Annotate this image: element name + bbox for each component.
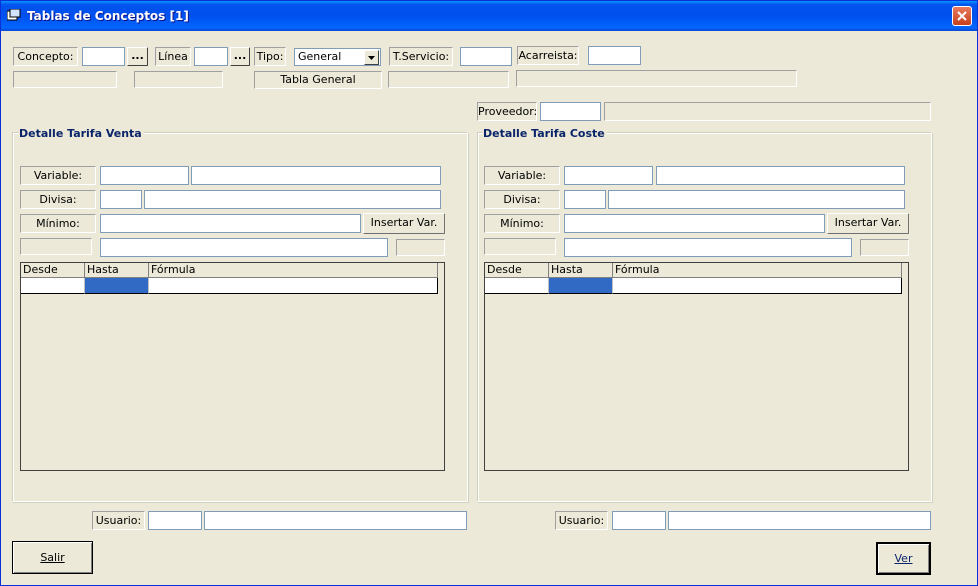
acarreista-description <box>516 70 797 87</box>
acarreista-label: Acarreista: <box>517 46 579 65</box>
venta-col-desde[interactable]: Desde <box>21 263 85 278</box>
concepto-input[interactable] <box>82 47 125 66</box>
venta-extra-field-2 <box>396 239 445 256</box>
venta-group-title: Detalle Tarifa Venta <box>19 127 144 140</box>
proveedor-label: Proveedor: <box>477 102 537 121</box>
venta-insertar-var-button[interactable]: Insertar Var. <box>363 213 445 234</box>
coste-col-formula[interactable]: Fórmula <box>613 263 902 278</box>
coste-variable-description[interactable] <box>656 166 905 185</box>
ver-button-label: Ver <box>894 552 913 565</box>
coste-minimo-label: Mínimo: <box>484 214 560 233</box>
coste-extra-field <box>484 238 556 255</box>
coste-usuario-input[interactable] <box>612 511 666 530</box>
venta-minimo-input[interactable] <box>100 214 361 233</box>
app-icon <box>7 9 21 21</box>
linea-input[interactable] <box>194 47 228 66</box>
venta-variable-description[interactable] <box>191 166 441 185</box>
close-icon <box>957 11 967 21</box>
coste-divisa-label: Divisa: <box>484 190 560 209</box>
coste-extra-field-2 <box>860 239 909 256</box>
ver-button[interactable]: Ver <box>876 542 931 575</box>
venta-usuario-description[interactable] <box>204 511 467 530</box>
tipo-selected-value: General <box>298 50 342 63</box>
main-window: Tablas de Conceptos [1] Concepto: ... Lí… <box>0 0 978 586</box>
coste-divisa-description[interactable] <box>608 190 905 209</box>
coste-variable-label: Variable: <box>484 166 560 185</box>
title-bar[interactable]: Tablas de Conceptos [1] <box>1 1 977 31</box>
chevron-down-icon <box>368 56 375 60</box>
proveedor-input[interactable] <box>540 102 601 121</box>
tipo-dropdown-button[interactable] <box>364 50 379 65</box>
venta-variable-label: Variable: <box>20 166 96 185</box>
venta-grid[interactable]: Desde Hasta Fórmula <box>20 262 445 471</box>
coste-divisa-input[interactable] <box>564 190 606 209</box>
salir-button-label: Salir <box>40 551 65 564</box>
linea-label: Línea <box>155 47 191 66</box>
venta-extra-field <box>20 238 92 255</box>
concepto-label: Concepto: <box>13 47 78 66</box>
linea-browse-button[interactable]: ... <box>230 47 250 66</box>
concepto-description <box>13 71 117 88</box>
coste-col-desde[interactable]: Desde <box>485 263 549 278</box>
venta-cell-desde[interactable] <box>21 278 85 294</box>
salir-button[interactable]: Salir <box>12 541 93 574</box>
venta-usuario-label: Usuario: <box>92 511 145 530</box>
venta-usuario-input[interactable] <box>148 511 202 530</box>
tservicio-label: T.Servicio: <box>389 47 453 66</box>
tipo-select[interactable]: General <box>294 48 381 66</box>
venta-col-hasta[interactable]: Hasta <box>85 263 149 278</box>
venta-divisa-label: Divisa: <box>20 190 96 209</box>
tipo-label: Tipo: <box>254 47 286 66</box>
window-title: Tablas de Conceptos [1] <box>27 9 189 23</box>
acarreista-input[interactable] <box>588 46 641 65</box>
linea-description <box>134 71 223 88</box>
proveedor-description <box>604 102 931 121</box>
tservicio-input[interactable] <box>460 47 512 66</box>
venta-divisa-input[interactable] <box>100 190 142 209</box>
venta-minimo-label: Mínimo: <box>20 214 96 233</box>
venta-col-formula[interactable]: Fórmula <box>149 263 438 278</box>
venta-divisa-description[interactable] <box>144 190 441 209</box>
coste-insertar-var-button[interactable]: Insertar Var. <box>827 213 909 234</box>
coste-cell-hasta[interactable] <box>549 278 613 294</box>
tservicio-description <box>388 71 509 88</box>
coste-cell-desde[interactable] <box>485 278 549 294</box>
coste-formula-input[interactable] <box>564 238 852 257</box>
coste-usuario-label: Usuario: <box>555 511 608 530</box>
coste-cell-formula[interactable] <box>613 278 902 294</box>
venta-cell-hasta[interactable] <box>85 278 149 294</box>
venta-variable-input[interactable] <box>100 166 189 185</box>
coste-col-hasta[interactable]: Hasta <box>549 263 613 278</box>
coste-group-title: Detalle Tarifa Coste <box>483 127 607 140</box>
coste-usuario-description[interactable] <box>668 511 931 530</box>
coste-variable-input[interactable] <box>564 166 653 185</box>
venta-cell-formula[interactable] <box>149 278 438 294</box>
concepto-browse-button[interactable]: ... <box>127 47 148 66</box>
coste-grid[interactable]: Desde Hasta Fórmula <box>484 262 909 471</box>
coste-minimo-input[interactable] <box>564 214 825 233</box>
venta-formula-input[interactable] <box>100 238 388 257</box>
close-button[interactable] <box>952 6 972 26</box>
tabla-general-label: Tabla General <box>254 71 382 89</box>
